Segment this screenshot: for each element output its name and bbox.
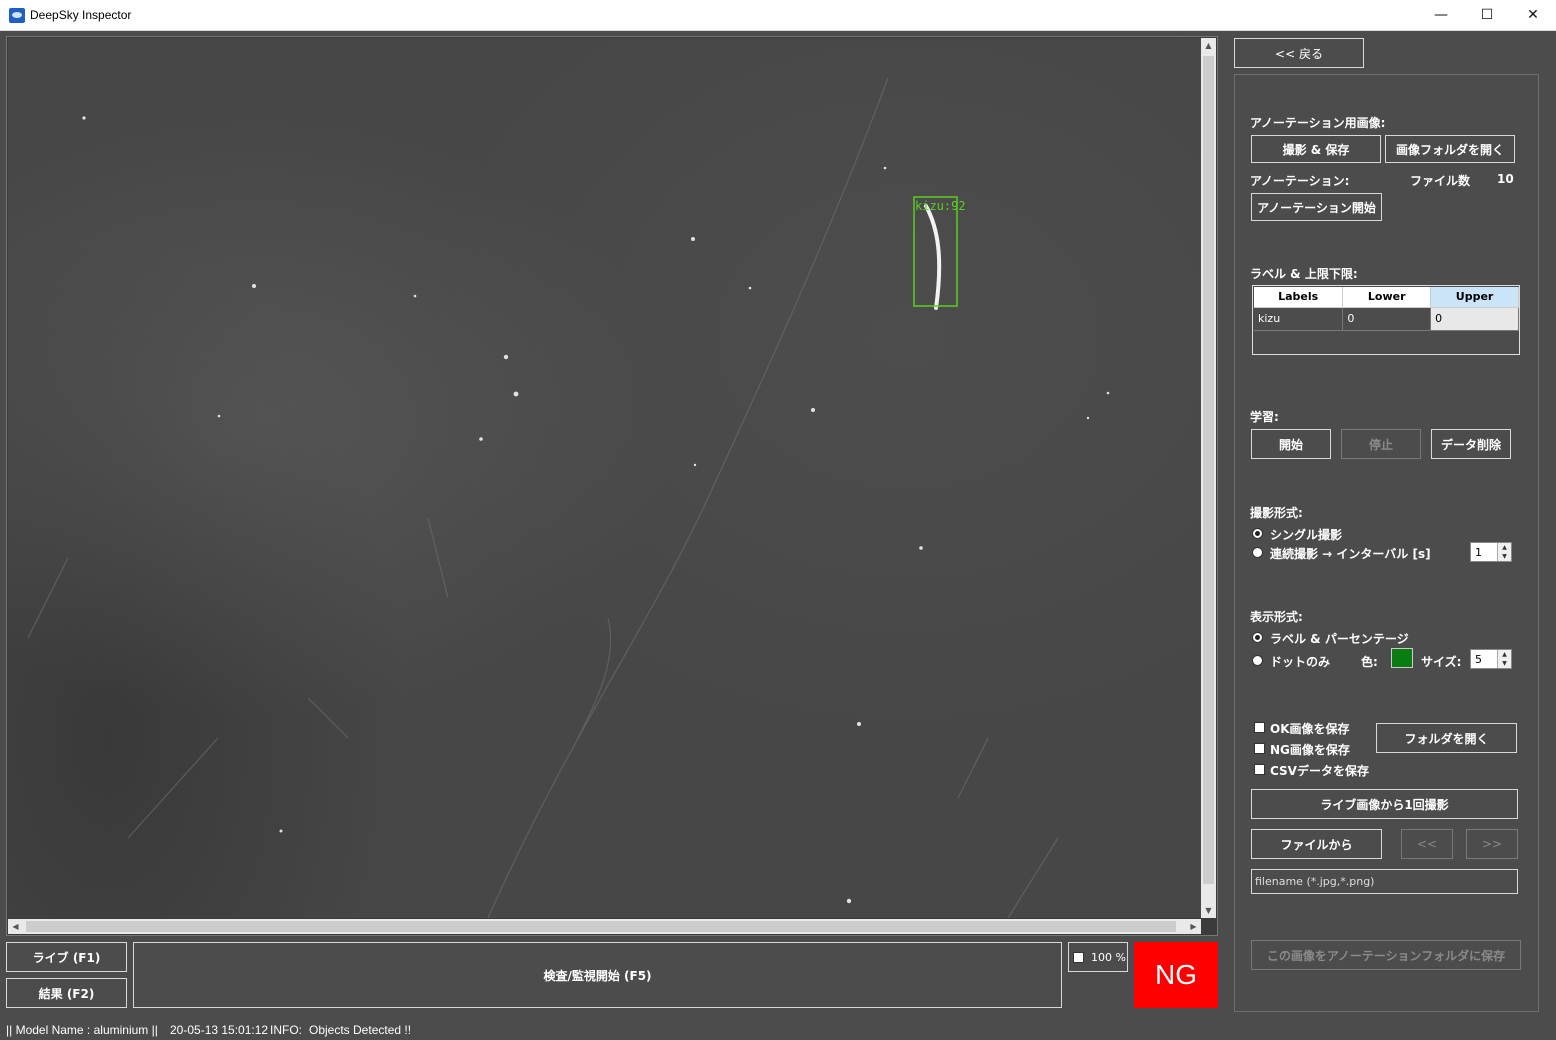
- cell-label[interactable]: kizu: [1254, 307, 1344, 331]
- status-timestamp: 20-05-13 15:01:12: [170, 1023, 269, 1037]
- next-file-button[interactable]: >>: [1466, 829, 1518, 859]
- status-model-name: || Model Name : aluminium ||: [6, 1023, 158, 1037]
- dot-only-radio[interactable]: [1252, 655, 1263, 666]
- window-title: DeepSky Inspector: [30, 8, 132, 22]
- color-label: 色:: [1361, 655, 1378, 669]
- size-stepper[interactable]: 5 ▲ ▼: [1470, 649, 1512, 669]
- save-csv-checkbox[interactable]: [1254, 764, 1265, 775]
- scroll-down-icon[interactable]: ▼: [1201, 903, 1216, 918]
- open-image-folder-button[interactable]: 画像フォルダを開く: [1385, 135, 1515, 163]
- column-header-upper[interactable]: Upper: [1430, 287, 1519, 308]
- column-header-lower[interactable]: Lower: [1342, 287, 1432, 308]
- save-ok-label: OK画像を保存: [1270, 722, 1350, 736]
- interval-value: 1: [1475, 546, 1482, 559]
- save-csv-label: CSVデータを保存: [1270, 764, 1369, 778]
- back-button[interactable]: << 戻る: [1234, 38, 1364, 68]
- single-capture-radio[interactable]: [1252, 528, 1263, 539]
- result-button[interactable]: 結果 (F2): [6, 978, 127, 1008]
- table-row[interactable]: kizu 0 0: [1254, 307, 1519, 331]
- data-delete-button[interactable]: データ削除: [1431, 429, 1511, 459]
- title-bar: DeepSky Inspector — ☐ ✕: [0, 0, 1556, 31]
- label-limits-label: ラベル & 上限下限:: [1250, 267, 1358, 281]
- continuous-capture-radio[interactable]: [1252, 547, 1263, 558]
- image-viewer[interactable]: kizu:92 ▲ ▼ ◀ ▶: [6, 36, 1218, 936]
- stepper-arrows-icon[interactable]: ▲ ▼: [1497, 650, 1511, 668]
- save-ng-checkbox[interactable]: [1254, 743, 1265, 754]
- learn-stop-button[interactable]: 停止: [1341, 429, 1421, 459]
- cell-upper[interactable]: 0: [1430, 307, 1519, 331]
- filename-input[interactable]: filename (*.jpg,*.png): [1251, 869, 1518, 894]
- surface-scratches: kizu:92: [27, 77, 1110, 918]
- capture-save-button[interactable]: 撮影 & 保存: [1251, 135, 1381, 163]
- scroll-left-icon[interactable]: ◀: [8, 919, 23, 934]
- save-ng-label: NG画像を保存: [1270, 743, 1350, 757]
- size-label: サイズ:: [1421, 655, 1462, 669]
- scroll-up-icon[interactable]: ▲: [1201, 38, 1216, 53]
- live-button[interactable]: ライブ (F1): [6, 942, 127, 972]
- prev-file-button[interactable]: <<: [1401, 829, 1453, 859]
- vertical-scroll-thumb[interactable]: [1203, 56, 1214, 884]
- save-to-annotation-folder-button[interactable]: この画像をアノーテーションフォルダに保存: [1251, 940, 1521, 970]
- column-header-labels[interactable]: Labels: [1254, 287, 1344, 308]
- percent-toggle[interactable]: 100 %: [1068, 942, 1128, 972]
- judgement-indicator: NG: [1134, 942, 1218, 1008]
- save-ok-checkbox[interactable]: [1254, 722, 1265, 733]
- percent-checkbox[interactable]: [1073, 952, 1084, 963]
- status-bar: || Model Name : aluminium || 20-05-13 15…: [0, 1020, 1556, 1040]
- horizontal-scrollbar[interactable]: ◀ ▶: [8, 919, 1201, 934]
- status-info-text: Objects Detected !!: [309, 1023, 412, 1037]
- start-inspection-button[interactable]: 検査/監視開始 (F5): [133, 942, 1062, 1008]
- annotation-label: アノーテーション:: [1250, 174, 1350, 188]
- maximize-button[interactable]: ☐: [1464, 0, 1510, 31]
- annotation-start-button[interactable]: アノーテーション開始: [1251, 193, 1382, 221]
- minimize-button[interactable]: —: [1418, 0, 1464, 31]
- detection-label: kizu:92: [915, 199, 966, 213]
- display-mode-label: 表示形式:: [1250, 610, 1303, 624]
- horizontal-scroll-thumb[interactable]: [26, 921, 1176, 932]
- stepper-arrows-icon[interactable]: ▲ ▼: [1497, 543, 1511, 561]
- continuous-capture-label: 連続撮影 → インターバル [s]: [1270, 547, 1431, 561]
- learning-label: 学習:: [1250, 410, 1279, 424]
- file-count-label: ファイル数: [1410, 174, 1471, 188]
- close-button[interactable]: ✕: [1510, 0, 1556, 31]
- interval-stepper[interactable]: 1 ▲ ▼: [1470, 542, 1512, 562]
- from-file-button[interactable]: ファイルから: [1251, 829, 1382, 859]
- size-value: 5: [1475, 653, 1482, 666]
- percent-label: 100 %: [1091, 951, 1126, 964]
- label-percentage-radio[interactable]: [1252, 632, 1263, 643]
- dot-only-label: ドットのみ: [1270, 655, 1331, 669]
- learn-start-button[interactable]: 開始: [1251, 429, 1331, 459]
- capture-once-button[interactable]: ライブ画像から1回撮影: [1251, 789, 1518, 819]
- label-percentage-label: ラベル & パーセンテージ: [1270, 632, 1409, 646]
- file-count-value: 10: [1497, 172, 1514, 186]
- dot-color-swatch[interactable]: [1391, 648, 1413, 668]
- cell-lower[interactable]: 0: [1342, 307, 1432, 331]
- app-logo-icon: [9, 8, 25, 23]
- inspection-image: kizu:92: [8, 38, 1201, 918]
- detected-scratch: [924, 204, 942, 310]
- status-info-label: INFO:: [270, 1023, 302, 1037]
- vertical-scrollbar[interactable]: ▲ ▼: [1201, 38, 1216, 918]
- open-folder-button[interactable]: フォルダを開く: [1376, 723, 1517, 753]
- label-limits-table[interactable]: Labels Lower Upper kizu 0 0: [1252, 285, 1520, 355]
- scroll-right-icon[interactable]: ▶: [1186, 919, 1201, 934]
- detection-box: [913, 196, 958, 307]
- annotation-image-label: アノーテーション用画像:: [1250, 116, 1386, 130]
- capture-mode-label: 撮影形式:: [1250, 506, 1303, 520]
- single-capture-label: シングル撮影: [1270, 528, 1343, 542]
